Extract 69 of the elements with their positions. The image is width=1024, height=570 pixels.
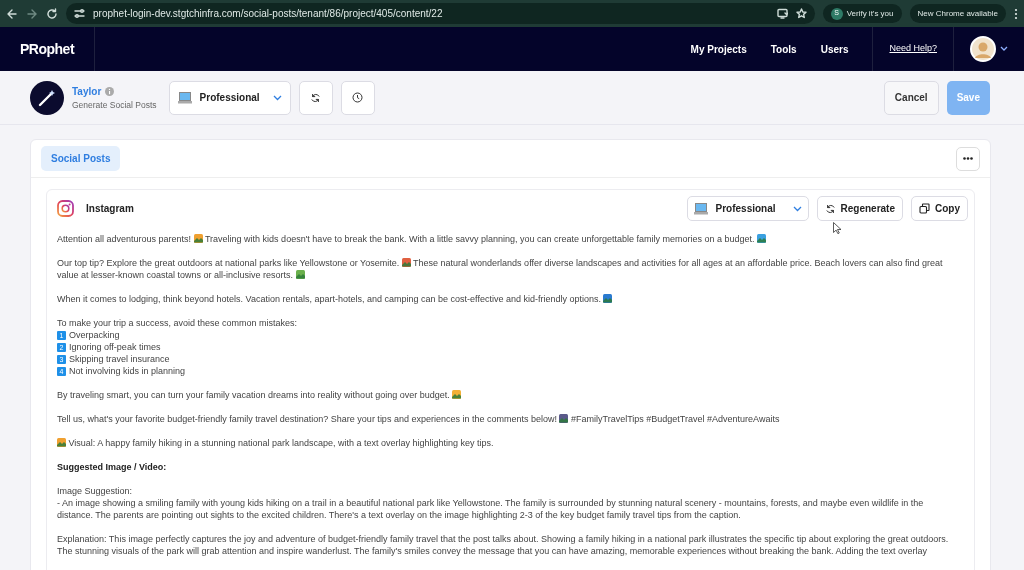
post-text: - An image showing a smiling family with young kids hiking on a trail in a beautiful national park like Yellowstone. The family is surrounded by stunning natural scenery - mountains, forests, and maybe even wildlife in the (57, 498, 924, 508)
post-text: Visual: A happy family hiking in a stunning national park landscape, with a text overlay highlighting key tips. (67, 438, 494, 448)
post-text: #FamilyTravelTips #BudgetTravel #AdventureAwaits (570, 414, 780, 424)
post-text: When it comes to lodging, think beyond hotels. Vacation rentals, apart-hotels, and camping can be cost-effective and kid-friendly options. (57, 294, 602, 304)
forward-icon[interactable] (26, 7, 38, 20)
post-text: value at lesser-known coastal towns or all-inclusive resorts. (57, 270, 295, 280)
post-text: Explanation: This image perfectly captures the joy and adventure of budget-friendly family travel that the post talks about. Showing a family hiking in a national park illustrates the specific tip about exploring the great outdoors. (57, 534, 949, 544)
copy-icon (919, 203, 930, 214)
assistant-name: Taylor (72, 84, 102, 99)
tone-select[interactable]: Professional (686, 196, 809, 221)
copy-button[interactable]: Copy (911, 196, 968, 221)
assistant-subtitle: Generate Social Posts (72, 98, 157, 112)
refresh-icon (310, 91, 322, 104)
cancel-button[interactable]: Cancel (883, 80, 939, 115)
emoji-icon (757, 234, 767, 243)
post-text: distance. The parents are pointing out sights to the excited children. There's a text overlay on the image highlighting 2-3 of the key budget family travel tips from the caption. (57, 510, 741, 520)
platform-name: Instagram (86, 202, 134, 216)
clock-icon (352, 92, 364, 103)
list-item-text: Not involving kids in planning (69, 365, 186, 377)
avatar-icon[interactable] (970, 36, 996, 62)
post-text: Our top tip? Explore the great outdoors at national parks like Yellowstone or Yosemite. (57, 258, 401, 268)
emoji-icon (452, 390, 462, 399)
list-item-text: Overpacking (69, 329, 120, 341)
post-text: By traveling smart, you can turn your family vacation dreams into reality without going over budget. (57, 390, 451, 400)
regenerate-button[interactable]: Regenerate (816, 196, 903, 221)
caret-icon[interactable] (1000, 46, 1008, 52)
post-text: Tell us, what's your favorite budget-friendly family travel destination? Share your tips and experiences in the comments below! (57, 414, 558, 424)
app-logo[interactable]: PRophet (0, 38, 95, 60)
post-text: Image Suggestion: (57, 486, 133, 496)
emoji-icon (57, 438, 66, 447)
camera-icon (57, 200, 74, 217)
install-icon[interactable] (776, 8, 788, 19)
emoji-icon (559, 414, 569, 423)
tab[interactable]: Social Posts (41, 146, 121, 171)
laptop-icon (693, 202, 708, 215)
update-chip[interactable]: New Chrome available (909, 4, 1006, 23)
help-link[interactable]: Need Help? (889, 42, 937, 56)
nav-link[interactable]: My Projects (690, 41, 747, 57)
emoji-icon (295, 270, 305, 279)
profile-label: Verify it's you (846, 7, 894, 20)
post-text: Traveling with kids doesn't have to break the bank. With a little savvy planning, you can create unforgettable family memories on a budget. (203, 234, 756, 244)
emoji-icon (193, 234, 203, 243)
tone-select[interactable]: Professional (168, 80, 291, 115)
star-icon[interactable] (795, 8, 807, 19)
cursor-icon (833, 222, 841, 234)
back-icon[interactable] (6, 7, 18, 20)
menu-icon[interactable] (1014, 7, 1018, 20)
emoji-icon (401, 258, 411, 267)
address-bar[interactable]: prophet-login-dev.stgtchinfra.com/social-posts/tenant/86/project/405/content/22 (66, 3, 815, 24)
emoji-icon (603, 294, 613, 303)
refresh-icon (824, 202, 836, 215)
more-button[interactable] (956, 146, 980, 171)
nav-link[interactable]: Tools (770, 41, 797, 57)
list-item-text: Ignoring off-peak times (69, 341, 161, 353)
wand-icon (30, 80, 64, 115)
post-text: To make your trip a success, avoid these common mistakes: (57, 317, 299, 329)
reload-icon[interactable] (46, 7, 58, 20)
chevron-icon (792, 205, 802, 212)
post-text: The stunning visuals of the park will grab attention and inspire wanderlust. The family's smiles convey the message that you can have amazing, memorable experiences without breaking the bank. Adding the text overlay (57, 546, 928, 556)
post-text: Attention all adventurous parents! (57, 234, 193, 244)
chevron-icon (272, 94, 282, 101)
site-settings-icon (74, 8, 85, 19)
nav-link[interactable]: Users (820, 41, 849, 57)
section-heading: Suggested Image / Video: (57, 461, 168, 473)
list-item-text: Skipping travel insurance (69, 353, 170, 365)
url-text: prophet-login-dev.stgtchinfra.com/social-posts/tenant/86/project/405/content/22 (93, 7, 444, 21)
laptop-icon (177, 91, 192, 104)
more-icon (963, 157, 973, 160)
post-text: These natural wonderlands offer diverse landscapes and activities for all ages at an affordable price. Beach lovers can also find great (412, 258, 943, 268)
